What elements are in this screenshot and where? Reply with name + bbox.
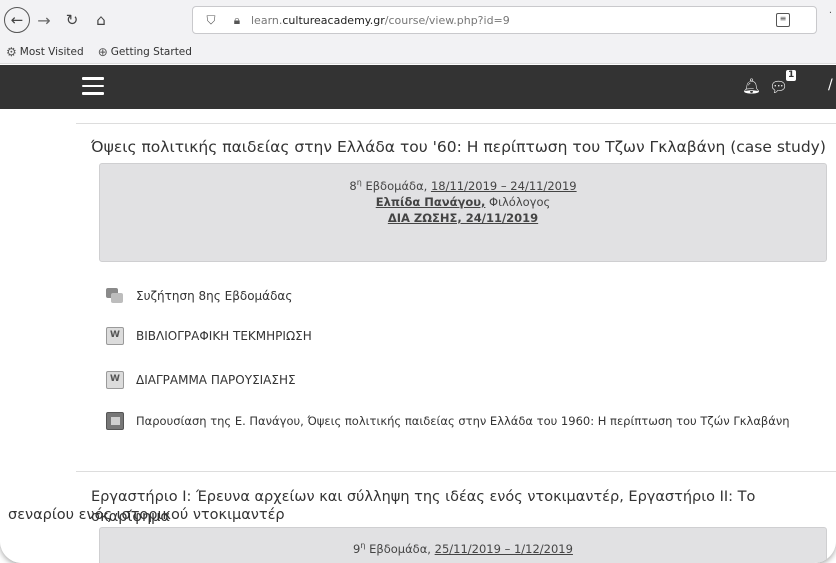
bookmark-getting-started[interactable]: ⊕ Getting Started — [98, 45, 192, 59]
instructor-name: Ελπίδα Πανάγου, — [375, 194, 486, 209]
section-summary: 8η Εβδομάδα, 18/11/2019 – 24/11/2019 Ελπ… — [99, 163, 827, 262]
user-menu-caret-icon[interactable]: / — [828, 77, 833, 93]
browser-toolbar: ← → ↻ ⌂ ⛉ 🔒︎ learn.cultureacademy.gr/cou… — [0, 0, 836, 40]
activity-label[interactable]: Παρουσίαση της Ε. Πανάγου, Όψεις πολιτικ… — [136, 414, 790, 428]
overflow-icon[interactable]: · — [829, 8, 832, 19]
bookmark-label: Getting Started — [110, 45, 192, 58]
home-button[interactable]: ⌂ — [90, 9, 112, 31]
gear-icon: ⚙ — [6, 44, 17, 59]
activity-label[interactable]: Συζήτηση 8ης Εβδομάδας — [136, 289, 292, 303]
reader-view-icon[interactable]: ≡ — [776, 13, 790, 27]
url-path: /course/view.php?id=9 — [384, 13, 510, 27]
week-label: Εβδομάδα, — [365, 541, 435, 556]
section-divider — [76, 123, 836, 124]
week-line: 8η Εβδομάδα, 18/11/2019 – 24/11/2019 — [100, 175, 826, 194]
url-domain: cultureacademy.gr — [282, 13, 385, 27]
live-session-line: ΔΙΑ ΖΩΣΗΣ, 24/11/2019 — [100, 210, 826, 226]
activity-forum[interactable]: Συζήτηση 8ης Εβδομάδας — [106, 287, 292, 305]
reload-button[interactable]: ↻ — [62, 9, 82, 31]
course-content: Όψεις πολιτικής παιδείας στην Ελλάδα του… — [0, 109, 836, 563]
week-number: 8 — [349, 178, 357, 193]
week-dates: 25/11/2019 – 1/12/2019 — [434, 541, 573, 556]
url-prefix: learn. — [251, 13, 283, 27]
back-button[interactable]: ← — [4, 7, 30, 33]
home-icon: ⌂ — [96, 11, 106, 29]
week-line: 9η Εβδομάδα, 25/11/2019 – 1/12/2019 — [100, 538, 826, 557]
insecure-lock-icon[interactable]: 🔒︎ — [227, 13, 247, 28]
bookmark-label: Most Visited — [19, 45, 84, 58]
activity-label[interactable]: ΔΙΑΓΡΑΜΜΑ ΠΑΡΟΥΣΙΑΣΗΣ — [136, 373, 296, 387]
browser-window: ← → ↻ ⌂ ⛉ 🔒︎ learn.cultureacademy.gr/cou… — [0, 0, 836, 563]
forward-arrow-icon: → — [37, 10, 51, 30]
url-text[interactable]: learn.cultureacademy.gr/course/view.php?… — [251, 14, 510, 27]
instructor-line: Ελπίδα Πανάγου, Φιλόλογος — [100, 194, 826, 210]
activity-presentation[interactable]: Παρουσίαση της Ε. Πανάγου, Όψεις πολιτικ… — [106, 412, 790, 430]
forum-icon — [106, 287, 124, 305]
bookmark-most-visited[interactable]: ⚙ Most Visited — [6, 45, 84, 59]
activity-bibliography[interactable]: ΒΙΒΛΙΟΓΡΑΦΙΚΗ ΤΕΚΜΗΡΙΩΣΗ — [106, 327, 312, 345]
bell-icon[interactable]: 🔔︎ — [742, 77, 761, 95]
back-arrow-icon: ← — [10, 11, 24, 29]
activity-outline[interactable]: ΔΙΑΓΡΑΜΜΑ ΠΑΡΟΥΣΙΑΣΗΣ — [106, 371, 296, 389]
address-bar[interactable]: ⛉ 🔒︎ learn.cultureacademy.gr/course/view… — [192, 6, 817, 34]
reload-icon: ↻ — [65, 11, 79, 29]
shield-icon[interactable]: ⛉ — [201, 13, 221, 28]
document-icon — [106, 371, 124, 389]
document-icon — [106, 327, 124, 345]
section-summary: 9η Εβδομάδα, 25/11/2019 – 1/12/2019 — [99, 527, 827, 563]
chat-icon[interactable]: 💬︎ — [769, 78, 788, 96]
instructor-role: Φιλόλογος — [485, 194, 551, 209]
message-count-badge: 1 — [786, 70, 797, 81]
section-divider — [76, 471, 836, 472]
bookmarks-toolbar: ⚙ Most Visited ⊕ Getting Started — [0, 40, 836, 64]
site-navbar: 🔔︎ 💬︎ 1 / — [0, 65, 836, 109]
week-dates: 18/11/2019 – 24/11/2019 — [430, 178, 577, 193]
forward-button[interactable]: → — [34, 9, 54, 31]
presentation-icon — [106, 412, 124, 430]
week-label: Εβδομάδα, — [361, 178, 431, 193]
globe-icon: ⊕ — [97, 44, 108, 59]
section-title-line2[interactable]: σεναρίου ενός ιστορικού ντοκιμαντέρ — [8, 505, 285, 525]
hamburger-icon[interactable] — [82, 77, 104, 95]
section-title[interactable]: Όψεις πολιτικής παιδείας στην Ελλάδα του… — [91, 137, 826, 157]
activity-label[interactable]: ΒΙΒΛΙΟΓΡΑΦΙΚΗ ΤΕΚΜΗΡΙΩΣΗ — [136, 329, 312, 343]
live-session-date: ΔΙΑ ΖΩΣΗΣ, 24/11/2019 — [387, 210, 539, 225]
